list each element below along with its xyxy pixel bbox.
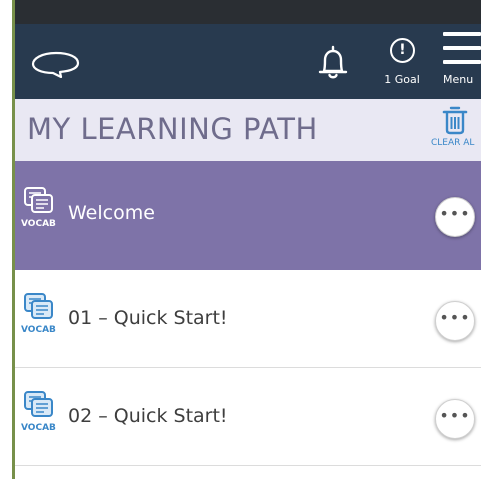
left-divider bbox=[12, 0, 15, 479]
status-bar bbox=[12, 0, 481, 24]
clear-all-button[interactable]: CLEAR AL bbox=[428, 105, 481, 157]
title-bar: MY LEARNING PATH CLEAR AL bbox=[15, 99, 481, 161]
vocab-label: VOCAB bbox=[21, 219, 56, 229]
more-options-button[interactable]: ••• bbox=[435, 197, 475, 237]
more-icon: ••• bbox=[439, 204, 471, 223]
vocab-cards-icon: VOCAB bbox=[21, 292, 61, 340]
hamburger-menu-icon bbox=[443, 32, 481, 36]
vocab-label: VOCAB bbox=[21, 325, 56, 335]
item-title: Welcome bbox=[68, 202, 155, 224]
menu-button[interactable]: Menu bbox=[439, 30, 481, 94]
vocab-cards-icon: VOCAB bbox=[21, 390, 61, 438]
page-title: MY LEARNING PATH bbox=[27, 112, 318, 146]
vocab-cards-icon: VOCAB bbox=[21, 186, 61, 234]
more-icon: ••• bbox=[439, 308, 471, 327]
goal-button[interactable]: ! 1 Goal bbox=[379, 36, 429, 92]
item-title: 01 – Quick Start! bbox=[68, 307, 228, 329]
vocab-label: VOCAB bbox=[21, 423, 56, 433]
logo-icon[interactable] bbox=[31, 50, 81, 79]
more-options-button[interactable]: ••• bbox=[435, 399, 475, 439]
trash-icon bbox=[442, 106, 468, 135]
goal-alert-icon: ! bbox=[390, 38, 415, 63]
menu-label: Menu bbox=[443, 73, 474, 86]
app-screen: ! 1 Goal Menu MY LEARNING PATH CLEAR AL bbox=[0, 0, 481, 479]
more-icon: ••• bbox=[439, 406, 471, 425]
list-item[interactable]: VOCAB 01 – Quick Start! ••• bbox=[15, 270, 481, 368]
app-header: ! 1 Goal Menu bbox=[15, 24, 481, 99]
bell-icon[interactable] bbox=[317, 45, 349, 81]
goal-count-label: 1 Goal bbox=[384, 73, 420, 86]
item-title: 02 – Quick Start! bbox=[68, 405, 228, 427]
list-item[interactable]: VOCAB 02 – Quick Start! ••• bbox=[15, 368, 481, 466]
hamburger-bar bbox=[443, 60, 481, 64]
list-item[interactable]: VOCAB Welcome ••• bbox=[15, 161, 481, 270]
hamburger-bar bbox=[443, 46, 481, 50]
more-options-button[interactable]: ••• bbox=[435, 301, 475, 341]
clear-all-label: CLEAR AL bbox=[431, 138, 475, 148]
